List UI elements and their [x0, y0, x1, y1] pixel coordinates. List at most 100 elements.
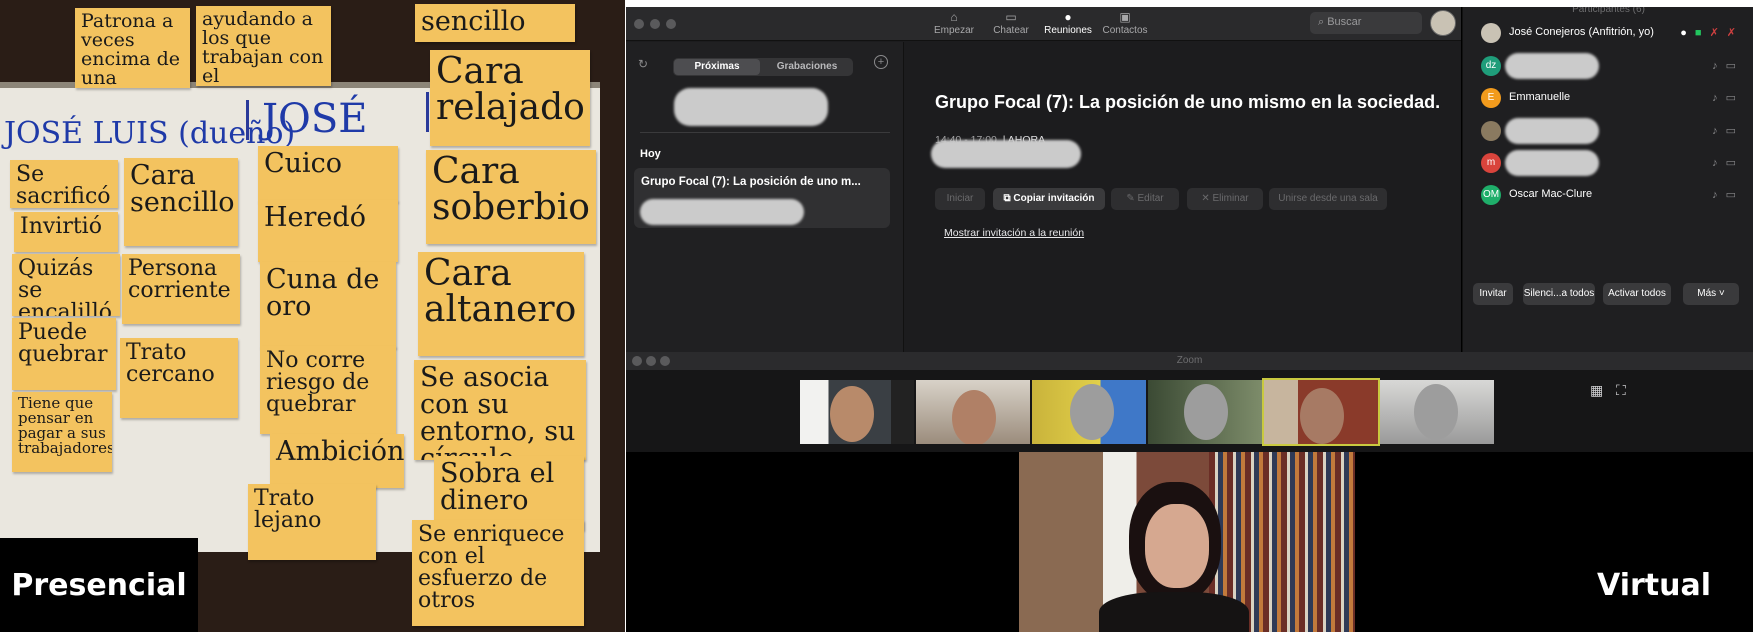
sticky-note: Cara sencillo: [124, 158, 238, 246]
nav-chatear[interactable]: ▭ Chatear: [983, 10, 1039, 36]
video-icon: ▭: [1725, 92, 1744, 104]
delete-label: Eliminar: [1212, 193, 1249, 204]
refresh-icon[interactable]: ↻: [638, 57, 648, 71]
sticky-note: Se asocia con su entorno, su círculo: [414, 360, 586, 460]
mute-all-button[interactable]: Silenci...a todos: [1523, 283, 1595, 305]
window-close-button[interactable]: [634, 19, 644, 29]
video-thumbnail[interactable]: [1148, 380, 1262, 444]
column-header: JOSÉ: [262, 96, 368, 142]
participant-row[interactable]: José Conejeros (Anfitrión, yo) ●■✗✗: [1463, 19, 1753, 47]
meetings-tabs: Próximas Grabaciones: [673, 58, 853, 76]
participants-panel: Participantes (6) José Conejeros (Anfitr…: [1462, 7, 1753, 352]
meeting-list-title: Grupo Focal (7): La posición de uno m...: [641, 176, 861, 188]
participant-row[interactable]: E Emmanuelle ♪▭: [1463, 84, 1753, 112]
participant-row[interactable]: OM Oscar Mac-Clure ♪▭: [1463, 181, 1753, 209]
sticky-note: Tiene que pensar en pagar a sus trabajad…: [12, 392, 112, 472]
participant-row[interactable]: m ♪▭: [1463, 149, 1753, 177]
join-from-room-button[interactable]: Unirse desde una sala: [1269, 188, 1387, 210]
sticky-note: Cara altanero: [418, 252, 584, 356]
participant-face: [1300, 388, 1344, 444]
more-label: Más: [1697, 288, 1717, 299]
copy-invitation-button[interactable]: ⧉ Copiar invitación: [993, 188, 1105, 210]
redacted-name: [1505, 53, 1599, 79]
meetings-sidebar: ↻ Próximas Grabaciones + Hoy Grupo Focal…: [626, 42, 904, 352]
video-icon: ▭: [1725, 125, 1744, 137]
participant-controls: ♪▭: [1712, 188, 1744, 201]
tab-grabaciones[interactable]: Grabaciones: [763, 59, 851, 75]
avatar[interactable]: [1430, 10, 1456, 36]
tab-proximas[interactable]: Próximas: [674, 59, 760, 75]
video-icon: ▭: [1725, 189, 1744, 201]
nav-reuniones[interactable]: ● Reuniones: [1040, 10, 1096, 36]
sticky-note: Cuico: [258, 146, 398, 202]
nav-contactos[interactable]: ▣ Contactos: [1097, 10, 1153, 36]
redacted-name: [1505, 150, 1599, 176]
window-close-button[interactable]: [632, 356, 642, 366]
video-thumbnail[interactable]: [800, 380, 914, 444]
video-thumbnail[interactable]: [1380, 380, 1494, 444]
divider: [640, 132, 890, 133]
copy-invitation-label: Copiar invitación: [1013, 193, 1095, 204]
show-invitation-link[interactable]: Mostrar invitación a la reunión: [944, 227, 1084, 239]
redacted-meeting-id: [674, 88, 828, 126]
active-speaker-video: [1019, 452, 1355, 632]
avatar: m: [1481, 153, 1501, 173]
edit-label: Editar: [1137, 193, 1164, 204]
participants-title: Participantes (6): [1572, 7, 1645, 15]
participant-name: Oscar Mac-Clure: [1509, 188, 1593, 200]
meeting-list-item[interactable]: Grupo Focal (7): La posición de uno m...: [634, 168, 890, 228]
window-zoom-button[interactable]: [666, 19, 676, 29]
nav-label: Empezar: [933, 25, 974, 36]
nav-empezar[interactable]: ⌂ Empezar: [926, 10, 982, 36]
video-gallery: Zoom ▦ ⛶: [626, 352, 1753, 452]
presencial-label: Presencial: [0, 538, 198, 632]
sticky-note: Cara soberbio: [426, 150, 596, 244]
window-minimize-button[interactable]: [646, 356, 656, 366]
fullscreen-icon[interactable]: ⛶: [1616, 382, 1626, 399]
composite-figure: Patrona a veces encima de una ayudando a…: [0, 0, 1753, 638]
invite-button[interactable]: Invitar: [1473, 283, 1513, 305]
host-controls: ●■✗✗: [1680, 26, 1744, 39]
participant-name: Emmanuelle: [1509, 91, 1571, 103]
video-icon: ▭: [1725, 157, 1744, 169]
divider-line: [246, 100, 249, 140]
mic-icon: ♪: [1712, 60, 1726, 72]
chat-icon: ▭: [1005, 10, 1017, 24]
participant-face: [830, 386, 874, 442]
nav-label: Contactos: [1102, 25, 1148, 36]
window-minimize-button[interactable]: [650, 19, 660, 29]
sticky-note: sencillo: [415, 4, 575, 42]
pencil-icon: ✎: [1126, 193, 1138, 204]
video-thumbnail[interactable]: [916, 380, 1030, 444]
window-zoom-button[interactable]: [660, 356, 670, 366]
gallery-title-bar: Zoom: [626, 352, 1753, 370]
participant-row[interactable]: ♪▭: [1463, 117, 1753, 145]
participant-controls: ♪▭: [1712, 124, 1744, 137]
unmute-all-button[interactable]: Activar todos: [1603, 283, 1671, 305]
video-thumbnail[interactable]: [1262, 378, 1380, 446]
sticky-note: Sobra el dinero: [434, 456, 584, 530]
participant-face: [952, 390, 996, 444]
sticky-note: Cara relajado: [430, 50, 590, 146]
more-button[interactable]: Más ˅: [1683, 283, 1739, 305]
video-off-icon: ✗: [1726, 27, 1744, 39]
video-thumbnail[interactable]: [1032, 380, 1146, 444]
divider-line: [426, 92, 429, 132]
edit-button[interactable]: ✎ Editar: [1111, 188, 1179, 210]
grid-view-icon[interactable]: ▦: [1590, 382, 1603, 399]
search-input[interactable]: ⌕ Buscar: [1310, 12, 1422, 34]
avatar: [1481, 23, 1501, 43]
sticky-note: Ambición: [270, 434, 404, 488]
clock-icon: ●: [1064, 10, 1072, 24]
search-placeholder: Buscar: [1327, 16, 1362, 28]
participant-name: José Conejeros (Anfitrión, yo): [1509, 26, 1654, 38]
avatar: dz: [1481, 56, 1501, 76]
delete-button[interactable]: ✕ Eliminar: [1187, 188, 1263, 210]
virtual-label: Virtual: [1555, 538, 1753, 632]
top-navigation-bar: ⌂ Empezar ▭ Chatear ● Reuniones ▣ Contac…: [626, 7, 1461, 41]
participant-row[interactable]: dz ♪▭: [1463, 52, 1753, 80]
start-button[interactable]: Iniciar: [935, 188, 985, 210]
redacted-name: [1505, 118, 1599, 144]
add-meeting-icon[interactable]: +: [874, 55, 888, 69]
mic-muted-icon: ✗: [1709, 27, 1727, 39]
